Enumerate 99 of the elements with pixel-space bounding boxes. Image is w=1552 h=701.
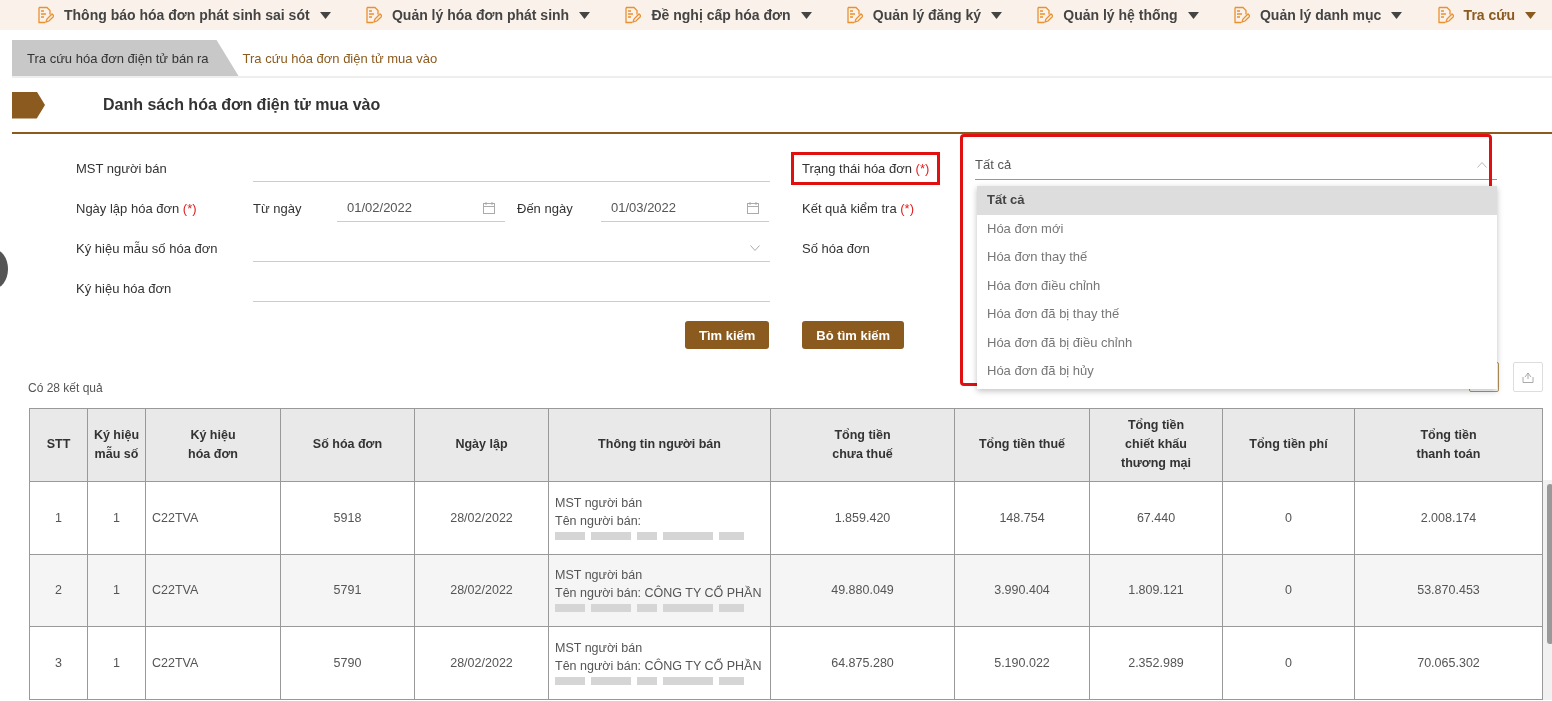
menu-item[interactable]: Tra cứu <box>1435 6 1536 24</box>
dropdown-option[interactable]: Tất cả <box>977 186 1497 215</box>
table-cell: 5790 <box>280 626 415 700</box>
dropdown-option[interactable]: Hóa đơn mới <box>977 214 1497 243</box>
chevron-down-icon <box>750 244 760 251</box>
dropdown-option[interactable]: Hóa đơn thay thế <box>977 243 1497 272</box>
caret-icon <box>800 11 812 19</box>
toolbar-button[interactable] <box>1513 362 1543 392</box>
caret-icon <box>319 11 331 19</box>
seller-tax-code: MST người bán <box>555 495 644 511</box>
table-cell: 70.065.302 <box>1354 626 1543 700</box>
menu-item[interactable]: Quản lý hóa đơn phát sinh <box>363 6 591 24</box>
table-cell: 2 <box>29 554 88 627</box>
column-header: Tổng tiền chiết khấu thương mại <box>1089 408 1223 482</box>
seller-name: Tên người bán: CÔNG TY CỔ PHẦN <box>555 659 763 675</box>
document-edit-icon <box>844 6 863 24</box>
date-field[interactable]: 01/03/2022 <box>601 194 769 222</box>
column-header: Ký hiệu hóa đơn <box>145 408 281 482</box>
export-icon <box>1522 371 1534 383</box>
column-header: Ngày lập <box>414 408 549 482</box>
field-label: Đến ngày <box>517 200 574 216</box>
caret-icon <box>1187 11 1199 19</box>
table-cell: 148.754 <box>954 481 1090 554</box>
column-header: Số hóa đơn <box>280 408 415 482</box>
tab[interactable]: Tra cứu hóa đơn điện tử bán ra <box>12 40 239 76</box>
column-header: Thông tin người bán <box>548 408 771 482</box>
table-cell: 5.190.022 <box>954 626 1090 700</box>
dropdown-option[interactable]: Hóa đơn đã bị thay thế <box>977 300 1497 329</box>
menu-item[interactable]: Đề nghị cấp hóa đơn <box>623 6 812 24</box>
menu-item[interactable]: Quản lý đăng ký <box>844 6 1002 24</box>
table-cell: 2.352.989 <box>1089 626 1223 700</box>
table-cell: 1.809.121 <box>1089 554 1223 627</box>
document-edit-icon <box>1435 6 1454 24</box>
table-cell: C22TVA <box>145 626 281 700</box>
column-header: Tổng tiền phí <box>1222 408 1355 482</box>
table-cell: 0 <box>1222 554 1355 627</box>
table-cell: 2.008.174 <box>1354 481 1543 554</box>
search-button[interactable]: Tìm kiếm <box>685 321 770 349</box>
table-cell: 0 <box>1222 481 1355 554</box>
field-label: Trạng thái hóa đơn (*) <box>791 151 941 185</box>
date-field[interactable]: 01/02/2022 <box>337 194 505 222</box>
calendar-icon <box>747 201 759 214</box>
caret-icon <box>1391 11 1403 19</box>
column-header: Tổng tiền thuế <box>954 408 1090 482</box>
dropdown-option[interactable]: Hóa đơn điều chỉnh <box>977 271 1497 300</box>
caret-icon <box>1525 11 1536 19</box>
table-cell: C22TVA <box>145 554 281 627</box>
document-edit-icon <box>623 6 642 24</box>
field-label: Ký hiệu hóa đơn <box>76 280 173 296</box>
table-cell: 28/02/2022 <box>414 481 549 554</box>
seller-name: Tên người bán: CÔNG TY CỔ PHẦN <box>555 586 763 602</box>
menu-item[interactable]: Thông báo hóa đơn phát sinh sai sót <box>36 6 331 24</box>
dropdown-option[interactable]: Hóa đơn đã bị điều chỉnh <box>977 328 1497 357</box>
document-edit-icon <box>36 6 54 24</box>
table-cell: 64.875.280 <box>770 626 955 700</box>
field-label: Ký hiệu mẫu số hóa đơn <box>76 240 219 256</box>
column-header: Tổng tiền chưa thuế <box>770 408 955 482</box>
seller-tax-code: MST người bán <box>555 641 644 657</box>
field-label: MST người bán <box>76 160 168 176</box>
table-cell: 28/02/2022 <box>414 626 549 700</box>
dropdown-field[interactable]: Tất cả <box>975 150 1497 180</box>
table-cell: 1 <box>87 481 146 554</box>
table-cell: 5918 <box>280 481 415 554</box>
document-edit-icon <box>363 6 382 24</box>
table-cell: 1.859.420 <box>770 481 955 554</box>
table-cell: 49.880.049 <box>770 554 955 627</box>
scrollbar-thumb[interactable] <box>1547 484 1552 644</box>
menu-item[interactable]: Quản lý danh mục <box>1231 6 1403 24</box>
table-cell: 1 <box>29 481 88 554</box>
field-label: Ngày lập hóa đơn (*) <box>76 200 198 216</box>
menu-item[interactable]: Quản lý hệ thống <box>1035 6 1199 24</box>
dropdown-option[interactable]: Hóa đơn đã bị hủy <box>977 357 1497 386</box>
table-cell: 0 <box>1222 626 1355 700</box>
seller-tax-code: MST người bán <box>555 568 644 584</box>
calendar-icon <box>483 201 495 214</box>
caret-icon <box>990 11 1002 19</box>
column-header: Ký hiệu mẫu số <box>87 408 146 482</box>
table-cell: 1 <box>87 626 146 700</box>
document-edit-icon <box>1035 6 1054 24</box>
field-label: Từ ngày <box>253 200 303 216</box>
document-edit-icon <box>1231 6 1250 24</box>
caret-icon <box>579 11 591 19</box>
table-cell: 3.990.404 <box>954 554 1090 627</box>
page-title: Danh sách hóa đơn điện tử mua vào <box>103 96 381 114</box>
column-header: Tổng tiền thanh toán <box>1354 408 1543 482</box>
field-label: Số hóa đơn <box>802 240 871 256</box>
table-cell: 3 <box>29 626 88 700</box>
column-header: STT <box>29 408 88 482</box>
table-cell: 53.870.453 <box>1354 554 1543 627</box>
table-cell: 67.440 <box>1089 481 1223 554</box>
search-button[interactable]: Bỏ tìm kiếm <box>802 321 905 349</box>
table-cell: 1 <box>87 554 146 627</box>
result-count: Có 28 kết quả <box>28 381 103 395</box>
table-cell: C22TVA <box>145 481 281 554</box>
table-cell: 5791 <box>280 554 415 627</box>
seller-name: Tên người bán: <box>555 513 643 529</box>
table-cell: 28/02/2022 <box>414 554 549 627</box>
field-label: Kết quả kiểm tra (*) <box>802 200 915 216</box>
title-marker-icon <box>12 91 45 119</box>
